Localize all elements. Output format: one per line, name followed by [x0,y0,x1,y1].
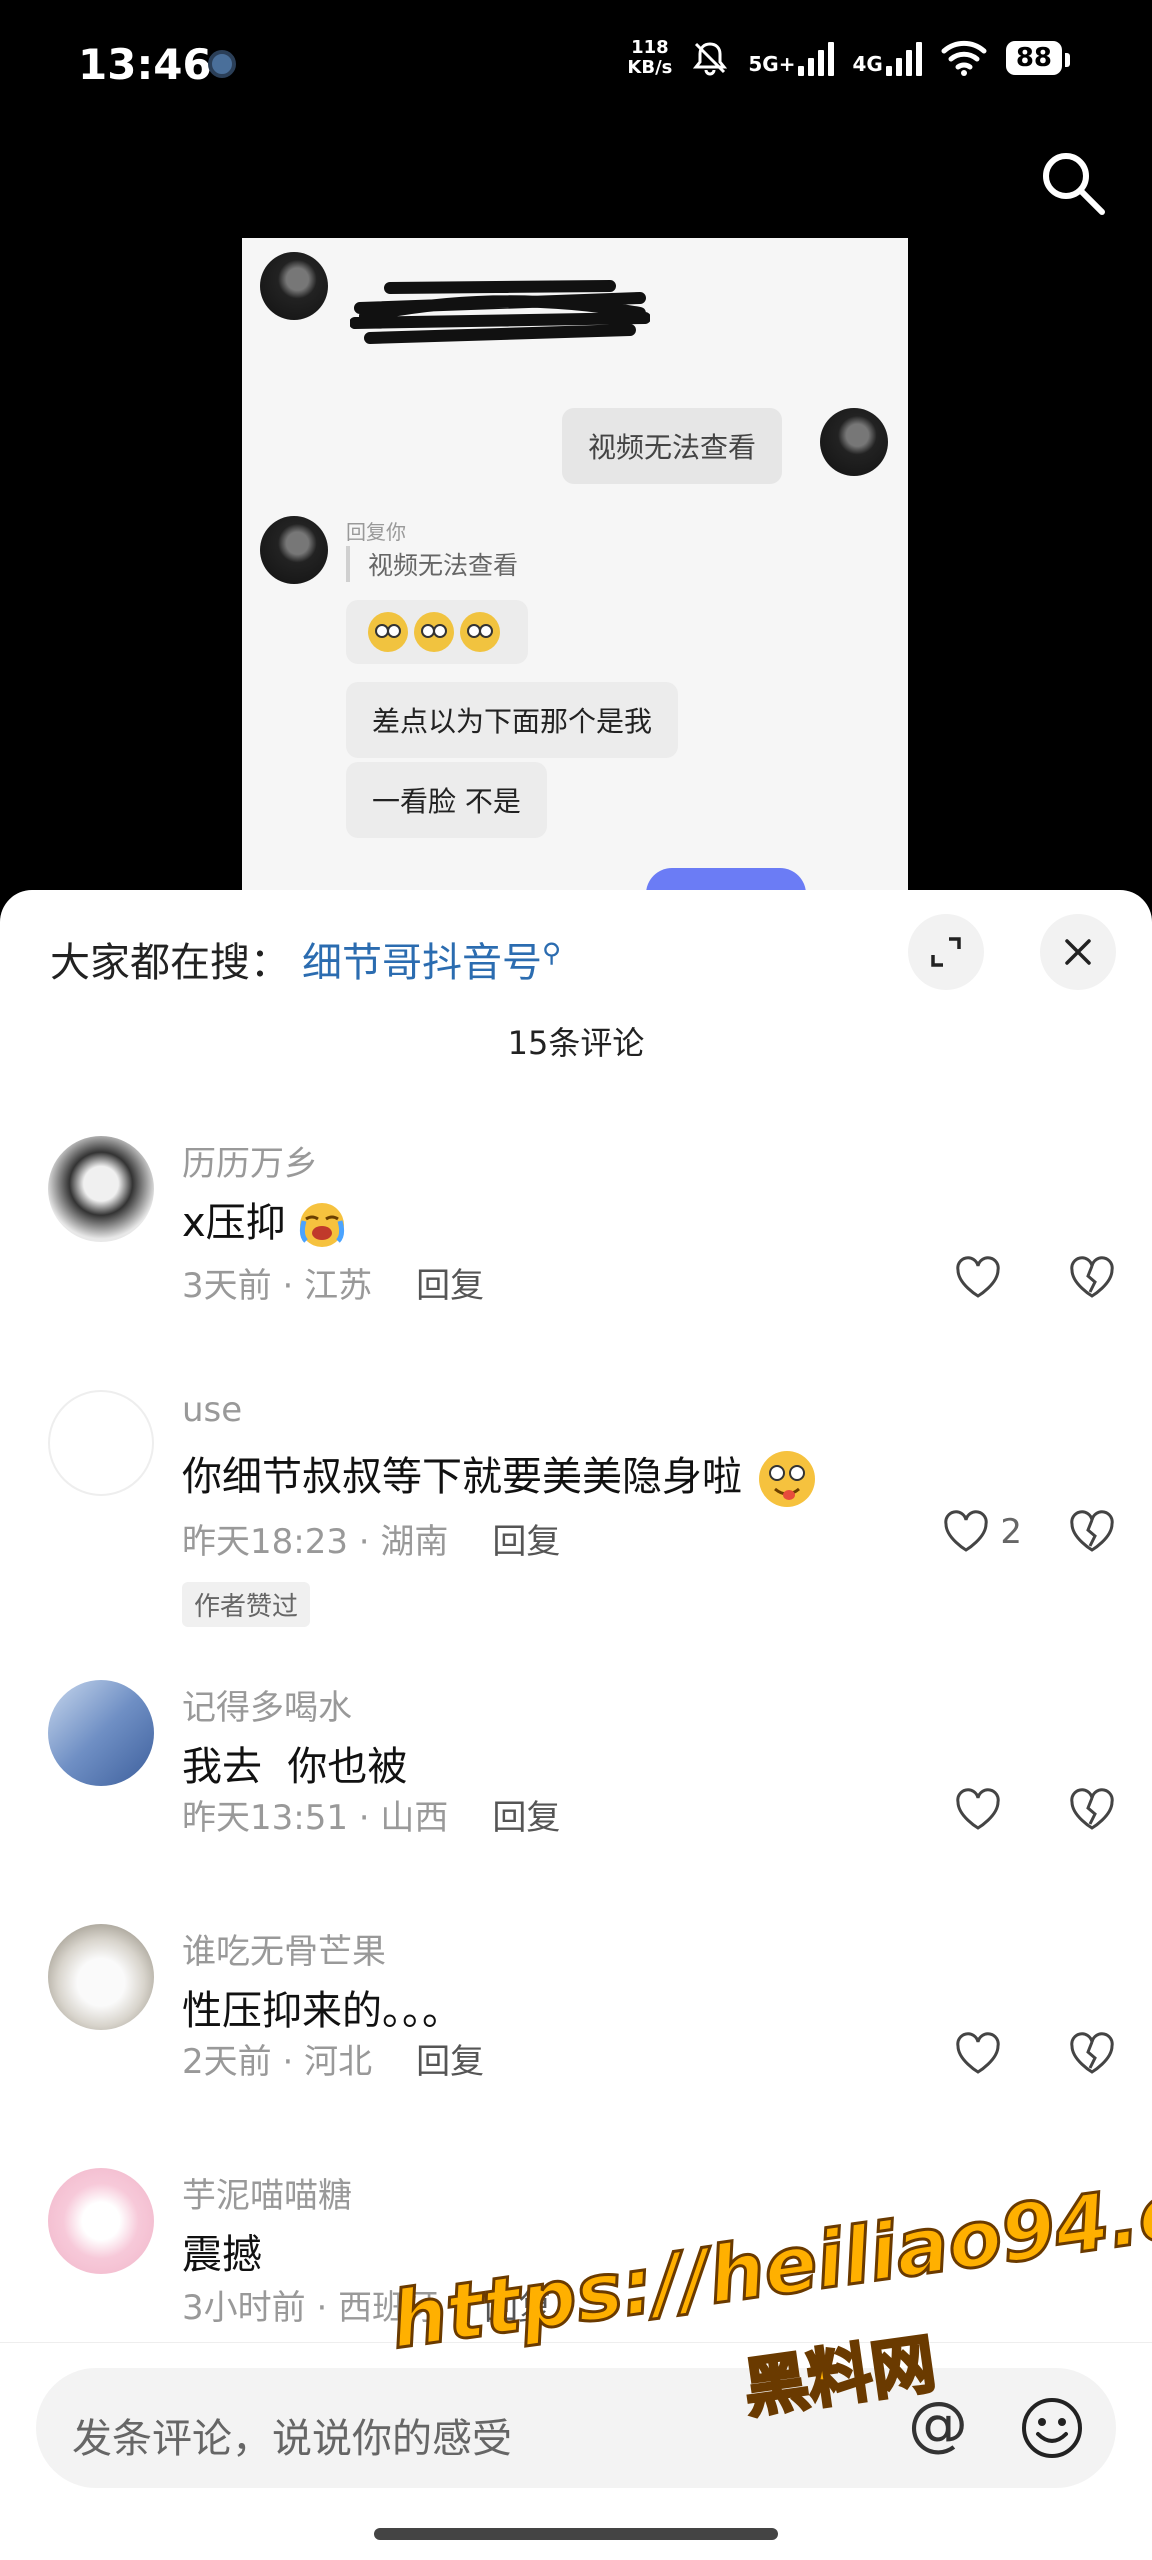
notification-dot-icon [208,50,236,78]
flushed-face-icon [368,612,408,652]
chat-avatar-self [820,408,888,476]
emoji-bubble [346,600,528,664]
signal-sim2: 4G [852,40,922,76]
chat-bubble: 差点以为下面那个是我 [346,682,679,758]
comment-item: 记得多喝水 我去 你也被 昨天13:51 · 山西 回复 [0,1680,1152,1910]
comment-time: 昨天18:23 [182,1522,348,1562]
like-count: 2 [1000,1512,1022,1552]
flushed-face-icon [460,612,500,652]
chat-avatar [260,252,328,320]
broken-heart-icon[interactable] [1068,1510,1116,1554]
network-speed-value: 118 [631,37,669,58]
close-icon [1065,939,1091,965]
user-avatar[interactable] [48,1390,154,1496]
comment-text: 性压抑来的。。。 [182,1988,462,2034]
battery-level: 88 [1005,41,1071,75]
expand-button[interactable] [908,914,984,990]
comment-region: 湖南 [380,1522,449,1562]
video-frame[interactable]: 视频无法查看 回复你 视频无法查看 差点以为下面那个是我 一看脸 不是 [242,238,908,898]
sim2-label: 4G [852,52,883,76]
heart-icon [956,2032,1000,2074]
playful-face-icon [758,1451,815,1507]
expand-icon [931,937,961,967]
signal-sim1: 5G+ [748,40,835,76]
user-avatar[interactable] [48,1136,154,1242]
comment-region: 山西 [380,1798,449,1838]
status-icons: 118 KB/s 5G+ 4G 88 [627,38,1071,78]
search-small-icon: ⚲ [542,938,562,969]
sim1-label: 5G+ [748,52,796,76]
comment-region: 江苏 [304,1266,373,1306]
comment-text-body: 你细节叔叔等下就要美美隐身啦 [182,1454,742,1500]
comment-item: 历历万乡 x压抑 3天前 · 江苏 回复 [0,1136,1152,1366]
comment-item: 谁吃无骨芒果 性压抑来的。。。 2天前 · 河北 回复 [0,1924,1152,2154]
comment-text: x压抑 [182,1190,346,1249]
emoji-icon[interactable] [1020,2396,1084,2460]
comment-text: 震撼 [182,2232,262,2278]
reply-button[interactable]: 回复 [416,2042,484,2082]
wifi-icon [941,40,987,76]
comment-text: 我去 你也被 [182,1744,408,1790]
author-liked-badge: 作者赞过 [182,1582,311,1627]
comment-item: use 你细节叔叔等下就要美美隐身啦 昨天18:23 · 湖南 回复 2 作者赞过 [0,1390,1152,1670]
chat-avatar [260,516,328,584]
like-button[interactable] [954,1788,1002,1832]
chat-bubble-right: 视频无法查看 [562,408,783,484]
heart-icon [956,1788,1000,1830]
comment-time: 3小时前 [182,2288,306,2328]
user-avatar[interactable] [48,1924,154,2030]
status-time: 13:46 [78,40,212,89]
search-icon[interactable] [1038,148,1108,218]
comment-time: 2天前 [182,2042,272,2082]
comment-username[interactable]: use [182,1390,242,1430]
like-button[interactable] [954,1256,1002,1300]
comment-time: 3天前 [182,1266,272,1306]
redaction-scribble [350,280,650,344]
trending-prefix: 大家都在搜： [50,940,290,986]
trending-keyword[interactable]: 细节哥抖音号 [302,940,542,986]
reply-button[interactable]: 回复 [416,1266,484,1306]
signal-bars-icon [798,40,835,76]
comment-username[interactable]: 记得多喝水 [182,1680,352,1729]
comment-meta: 2天前 · 河北 回复 [182,2042,485,2082]
user-avatar[interactable] [48,1680,154,1786]
like-button[interactable] [954,2032,1002,2076]
home-indicator[interactable] [374,2528,778,2540]
reply-button[interactable]: 回复 [492,1798,560,1838]
comment-username[interactable]: 芋泥喵喵糖 [182,2168,352,2217]
comment-count: 15条评论 [507,1024,645,1062]
reply-button[interactable]: 回复 [492,1522,560,1562]
chat-bubble: 一看脸 不是 [346,762,547,838]
network-speed: 118 KB/s [627,38,672,78]
comment-username[interactable]: 历历万乡 [182,1136,318,1185]
comment-meta: 昨天13:51 · 山西 回复 [182,1798,561,1838]
status-bar: 13:46 118 KB/s 5G+ 4G 88 [0,0,1152,130]
comment-username[interactable]: 谁吃无骨芒果 [182,1924,386,1973]
broken-heart-icon[interactable] [1068,2032,1116,2076]
network-speed-unit: KB/s [627,57,673,78]
broken-heart-icon[interactable] [1068,1256,1116,1300]
comment-meta: 昨天18:23 · 湖南 回复 [182,1522,561,1562]
heart-icon [956,1256,1000,1298]
comment-text-body: x压抑 [182,1200,286,1246]
comment-time: 昨天13:51 [182,1798,348,1838]
flushed-face-icon [414,612,454,652]
reply-hint: 回复你 [346,520,406,544]
signal-bars-icon [885,40,922,76]
heart-icon [944,1510,989,1552]
bell-muted-icon [693,42,728,76]
crying-face-icon [300,1203,345,1247]
comment-region: 河北 [304,2042,373,2082]
close-button[interactable] [1040,914,1116,990]
user-avatar[interactable] [48,2168,154,2274]
broken-heart-icon[interactable] [1068,1788,1116,1832]
comment-meta: 3天前 · 江苏 回复 [182,1266,485,1306]
trending-search[interactable]: 大家都在搜： 细节哥抖音号⚲ [50,930,561,988]
like-button[interactable]: 2 [942,1510,1022,1554]
reply-quote: 视频无法查看 [346,546,518,582]
comment-text: 你细节叔叔等下就要美美隐身啦 [182,1444,819,1511]
